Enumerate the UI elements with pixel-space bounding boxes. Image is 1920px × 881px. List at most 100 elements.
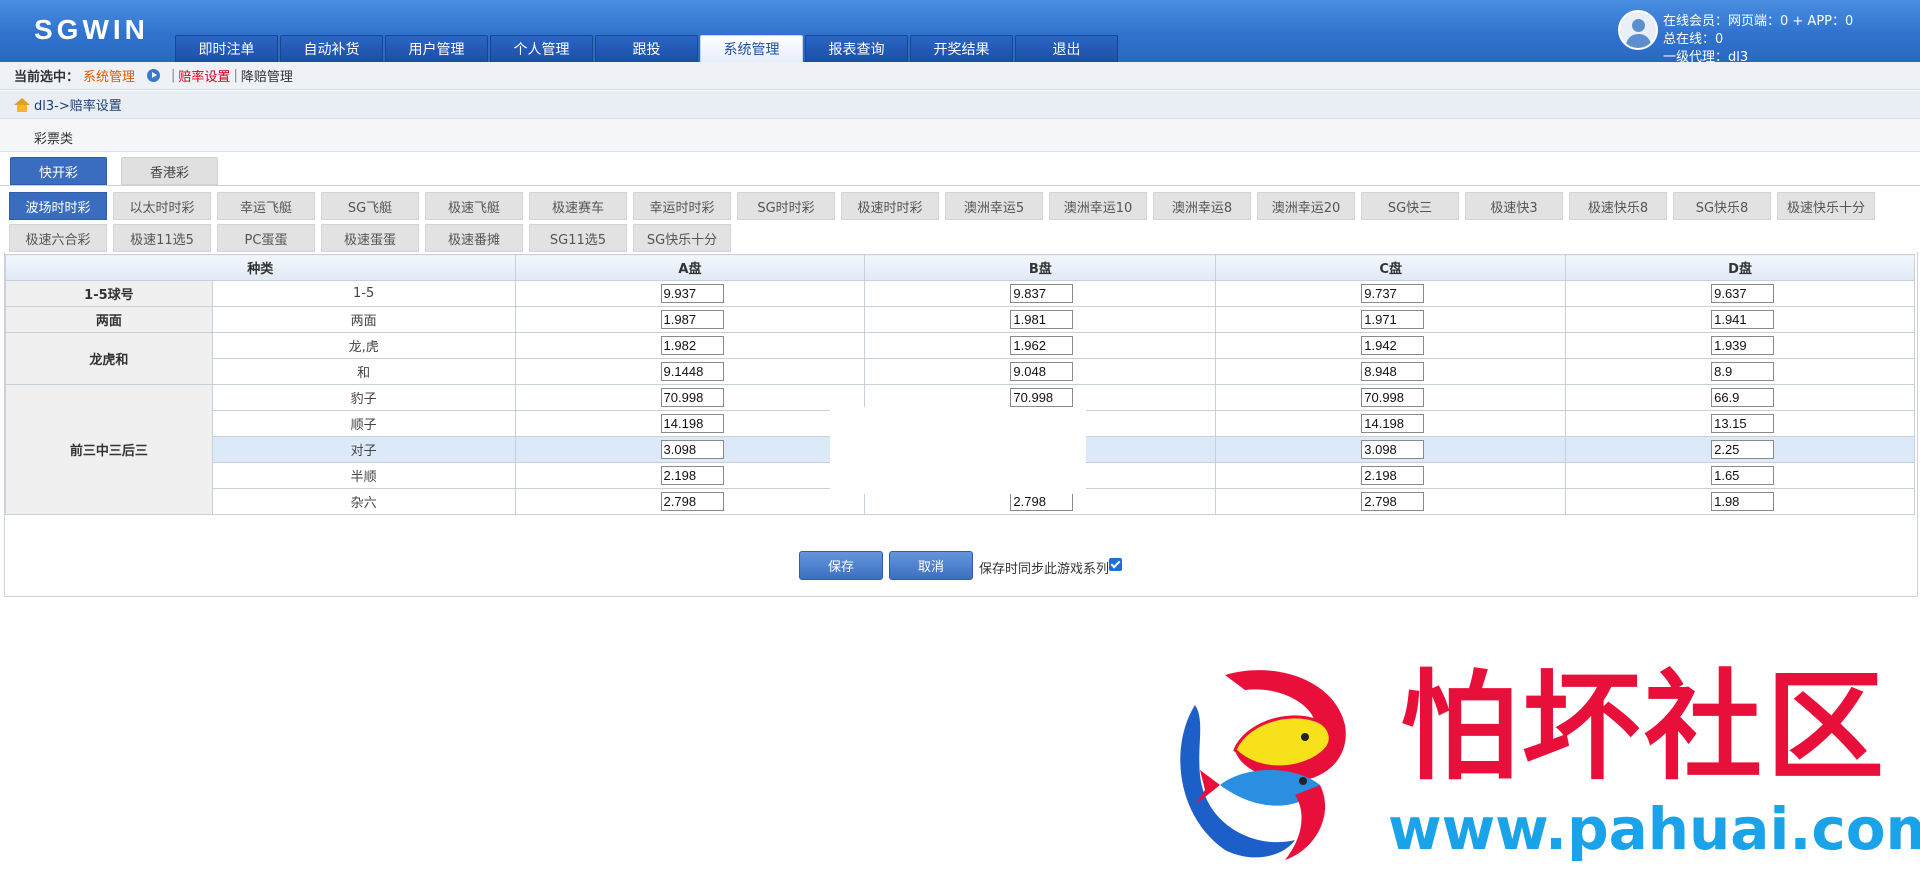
odds-input-a[interactable]	[660, 440, 724, 459]
watermark-title: 怕坏社区	[1400, 658, 1889, 796]
odds-input-c[interactable]	[1361, 492, 1425, 511]
row-name: 两面	[211, 306, 516, 333]
table-row: 和	[6, 358, 1915, 385]
lottery-tab[interactable]: 波场时时彩	[9, 192, 107, 220]
odds-input-d[interactable]	[1711, 414, 1775, 433]
odds-input-a[interactable]	[660, 362, 724, 381]
lottery-tab[interactable]: 极速六合彩	[9, 224, 107, 252]
lottery-tab[interactable]: SG11选5	[529, 224, 627, 252]
row-name: 豹子	[211, 384, 516, 411]
table-row: 两面 两面	[5, 306, 1915, 333]
lottery-tab[interactable]: SG快乐十分	[633, 224, 731, 252]
odds-input-b[interactable]	[1010, 388, 1074, 407]
table-row: 1-5球号 1-5	[5, 280, 1915, 307]
fish-logo-icon	[1180, 670, 1346, 860]
tab-draw-results[interactable]: 开奖结果	[910, 35, 1013, 62]
lottery-tab[interactable]: 极速时时彩	[841, 192, 939, 220]
group-label: 两面	[5, 306, 213, 333]
odds-input-d[interactable]	[1711, 336, 1775, 355]
lottery-tab[interactable]: 极速赛车	[529, 192, 627, 220]
tab-auto-refill[interactable]: 自动补货	[280, 35, 383, 62]
odds-settings-link[interactable]: 赔率设置	[178, 66, 230, 85]
lottery-tab[interactable]: 以太时时彩	[113, 192, 211, 220]
lottery-tab[interactable]: SG时时彩	[737, 192, 835, 220]
row-name: 和	[211, 358, 516, 385]
lottery-tab[interactable]: 幸运时时彩	[633, 192, 731, 220]
odds-input-b[interactable]	[1010, 492, 1074, 511]
odds-input-c[interactable]	[1361, 362, 1425, 381]
odds-input-a[interactable]	[660, 466, 724, 485]
lottery-tab[interactable]: PC蛋蛋	[217, 224, 315, 252]
lottery-tab[interactable]: 极速11选5	[113, 224, 211, 252]
lottery-tab[interactable]: 极速快3	[1465, 192, 1563, 220]
home-icon[interactable]	[14, 97, 30, 112]
header-a: A盘	[514, 254, 866, 281]
tab-user-management[interactable]: 用户管理	[385, 35, 488, 62]
tab-personal-management[interactable]: 个人管理	[490, 35, 593, 62]
odds-input-c[interactable]	[1361, 336, 1425, 355]
app-logo: SGWIN	[34, 14, 149, 45]
lottery-tab[interactable]: 极速番摊	[425, 224, 523, 252]
odds-input-b[interactable]	[1010, 310, 1074, 329]
tab-logout[interactable]: 退出	[1015, 35, 1118, 62]
odds-reduction-link[interactable]: 降赔管理	[241, 66, 293, 85]
lottery-tabs: 波场时时彩 以太时时彩 幸运飞艇 SG飞艇 极速飞艇 极速赛车 幸运时时彩 SG…	[9, 192, 1914, 256]
tab-hk-lottery[interactable]: 香港彩	[121, 157, 218, 185]
save-button[interactable]: 保存	[799, 551, 883, 580]
sync-label: 保存时同步此游戏系列	[979, 562, 1110, 577]
odds-input-d[interactable]	[1711, 492, 1775, 511]
odds-input-a[interactable]	[660, 492, 724, 511]
lottery-tab[interactable]: SG快乐8	[1673, 192, 1771, 220]
odds-input-b[interactable]	[1010, 284, 1074, 303]
odds-input-a[interactable]	[660, 414, 724, 433]
odds-input-d[interactable]	[1711, 310, 1775, 329]
lottery-tab[interactable]: 极速快乐十分	[1777, 192, 1875, 220]
breadcrumb: dl3->赔率设置	[0, 91, 1920, 119]
odds-input-a[interactable]	[660, 336, 724, 355]
tab-reports[interactable]: 报表查询	[805, 35, 908, 62]
group-tabs: 快开彩 香港彩	[10, 157, 232, 185]
odds-input-b[interactable]	[1010, 336, 1074, 355]
lottery-tab[interactable]: 澳洲幸运5	[945, 192, 1043, 220]
lottery-tab[interactable]: 澳洲幸运10	[1049, 192, 1147, 220]
odds-input-c[interactable]	[1361, 284, 1425, 303]
sync-checkbox[interactable]	[1109, 558, 1122, 571]
divider	[0, 185, 1920, 186]
row-name: 对子	[211, 436, 516, 463]
odds-input-c[interactable]	[1361, 414, 1425, 433]
odds-input-c[interactable]	[1361, 466, 1425, 485]
odds-input-c[interactable]	[1361, 388, 1425, 407]
odds-input-c[interactable]	[1361, 310, 1425, 329]
lottery-tab[interactable]: 澳洲幸运20	[1257, 192, 1355, 220]
odds-input-c[interactable]	[1361, 440, 1425, 459]
odds-input-a[interactable]	[660, 310, 724, 329]
row-name: 顺子	[211, 410, 516, 437]
tab-follow-bet[interactable]: 跟投	[595, 35, 698, 62]
odds-input-d[interactable]	[1711, 362, 1775, 381]
odds-input-d[interactable]	[1711, 466, 1775, 485]
odds-input-a[interactable]	[660, 388, 724, 407]
odds-input-b[interactable]	[1010, 362, 1074, 381]
tab-system-management[interactable]: 系统管理	[700, 35, 803, 62]
odds-input-d[interactable]	[1711, 388, 1775, 407]
tab-live-bets[interactable]: 即时注单	[175, 35, 278, 62]
group-label: 前三中三后三	[5, 384, 213, 515]
lottery-tab[interactable]: 极速蛋蛋	[321, 224, 419, 252]
odds-input-a[interactable]	[660, 284, 724, 303]
main-nav: 即时注单 自动补货 用户管理 个人管理 跟投 系统管理 报表查询 开奖结果 退出	[175, 35, 1120, 62]
lottery-tab[interactable]: 极速快乐8	[1569, 192, 1667, 220]
row-name: 1-5	[211, 280, 516, 307]
cancel-button[interactable]: 取消	[889, 551, 973, 580]
lottery-tab[interactable]: 澳洲幸运8	[1153, 192, 1251, 220]
row-name: 杂六	[211, 488, 516, 515]
lottery-tab[interactable]: SG快三	[1361, 192, 1459, 220]
lottery-tab[interactable]: SG飞艇	[321, 192, 419, 220]
lottery-tab[interactable]: 极速飞艇	[425, 192, 523, 220]
category-label: 彩票类	[0, 119, 1920, 152]
group-label: 龙虎和	[5, 332, 213, 385]
tab-quick-lottery[interactable]: 快开彩	[10, 157, 107, 185]
odds-input-d[interactable]	[1711, 284, 1775, 303]
watermark-url: www.pahuai.com	[1388, 795, 1920, 863]
odds-input-d[interactable]	[1711, 440, 1775, 459]
lottery-tab[interactable]: 幸运飞艇	[217, 192, 315, 220]
